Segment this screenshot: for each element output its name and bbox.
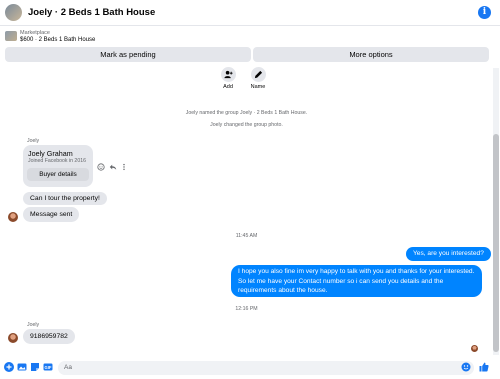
buyer-joined: Joined Facebook in 2016 [28, 158, 86, 164]
system-message: Joely named the group Joely · 2 Beds 1 B… [185, 110, 308, 116]
read-receipt-avatar [471, 345, 478, 352]
sticker-icon[interactable] [30, 362, 40, 372]
chat-title[interactable]: Joely · 2 Beds 1 Bath House [28, 7, 155, 18]
system-message: Joely changed the group photo. [210, 122, 283, 128]
edit-name-button[interactable] [251, 67, 266, 82]
gif-icon[interactable]: GIF [43, 362, 53, 372]
timestamp: 11:45 AM [235, 233, 258, 239]
emoji-icon[interactable] [461, 362, 471, 372]
composer-bar: GIF Aa [0, 358, 500, 379]
chat-header: Joely · 2 Beds 1 Bath House [0, 0, 500, 26]
timestamp: 12:16 PM [235, 306, 258, 312]
react-icon[interactable] [97, 163, 105, 171]
buyer-details-button[interactable]: Buyer details [27, 168, 89, 181]
sender-name: Joely [27, 322, 40, 328]
reply-icon[interactable] [109, 163, 117, 171]
buyer-profile-card: Joely Graham Joined Facebook in 2016 Buy… [23, 145, 93, 187]
info-icon[interactable]: i [478, 6, 491, 19]
incoming-message[interactable]: Message sent [23, 207, 80, 222]
avatar[interactable] [8, 212, 18, 222]
name-label: Name [250, 84, 266, 90]
scrollbar-thumb[interactable] [493, 134, 499, 352]
group-photo[interactable] [5, 4, 22, 21]
like-icon[interactable] [479, 362, 489, 372]
avatar[interactable] [8, 333, 18, 343]
svg-text:GIF: GIF [45, 365, 52, 370]
outgoing-message[interactable]: I hope you also fine im very happy to ta… [231, 265, 482, 297]
more-options-button[interactable]: More options [253, 47, 489, 62]
marketplace-label: Marketplace [20, 30, 50, 36]
add-label: Add [223, 84, 233, 90]
more-icon[interactable] [121, 163, 127, 171]
incoming-message[interactable]: Can I tour the property! [23, 192, 107, 205]
outgoing-message[interactable]: Yes, are you interested? [406, 247, 491, 261]
sender-name: Joely [27, 138, 40, 144]
marketplace-listing[interactable]: Marketplace $600 · 2 Beds 1 Bath House [0, 27, 500, 45]
plus-icon[interactable] [4, 362, 14, 372]
message-actions [97, 163, 127, 171]
listing-thumbnail [5, 31, 17, 41]
pencil-icon [254, 70, 263, 79]
listing-title: $600 · 2 Beds 1 Bath House [20, 37, 96, 43]
incoming-message[interactable]: 9186959782 [23, 329, 75, 344]
add-people-button[interactable] [221, 67, 236, 82]
add-person-icon [224, 70, 233, 79]
mark-pending-button[interactable]: Mark as pending [5, 47, 251, 62]
message-input[interactable]: Aa [58, 361, 474, 375]
photo-icon[interactable] [17, 362, 27, 372]
buyer-name: Joely Graham [28, 149, 73, 158]
